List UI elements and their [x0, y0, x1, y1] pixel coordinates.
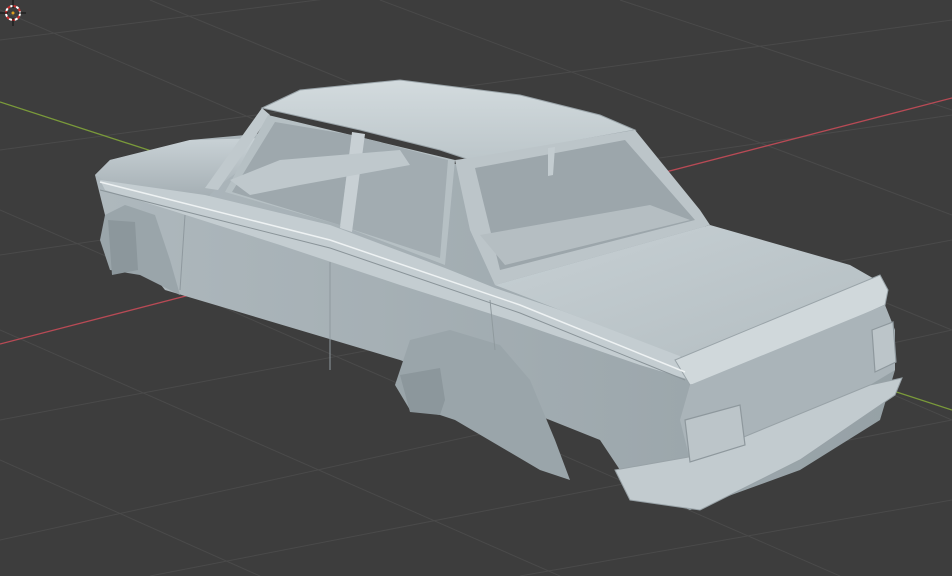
viewport-scene[interactable] — [0, 0, 952, 576]
3d-viewport[interactable] — [0, 0, 952, 576]
3d-cursor-icon[interactable] — [0, 0, 26, 26]
car-body-mesh[interactable] — [95, 79, 903, 511]
